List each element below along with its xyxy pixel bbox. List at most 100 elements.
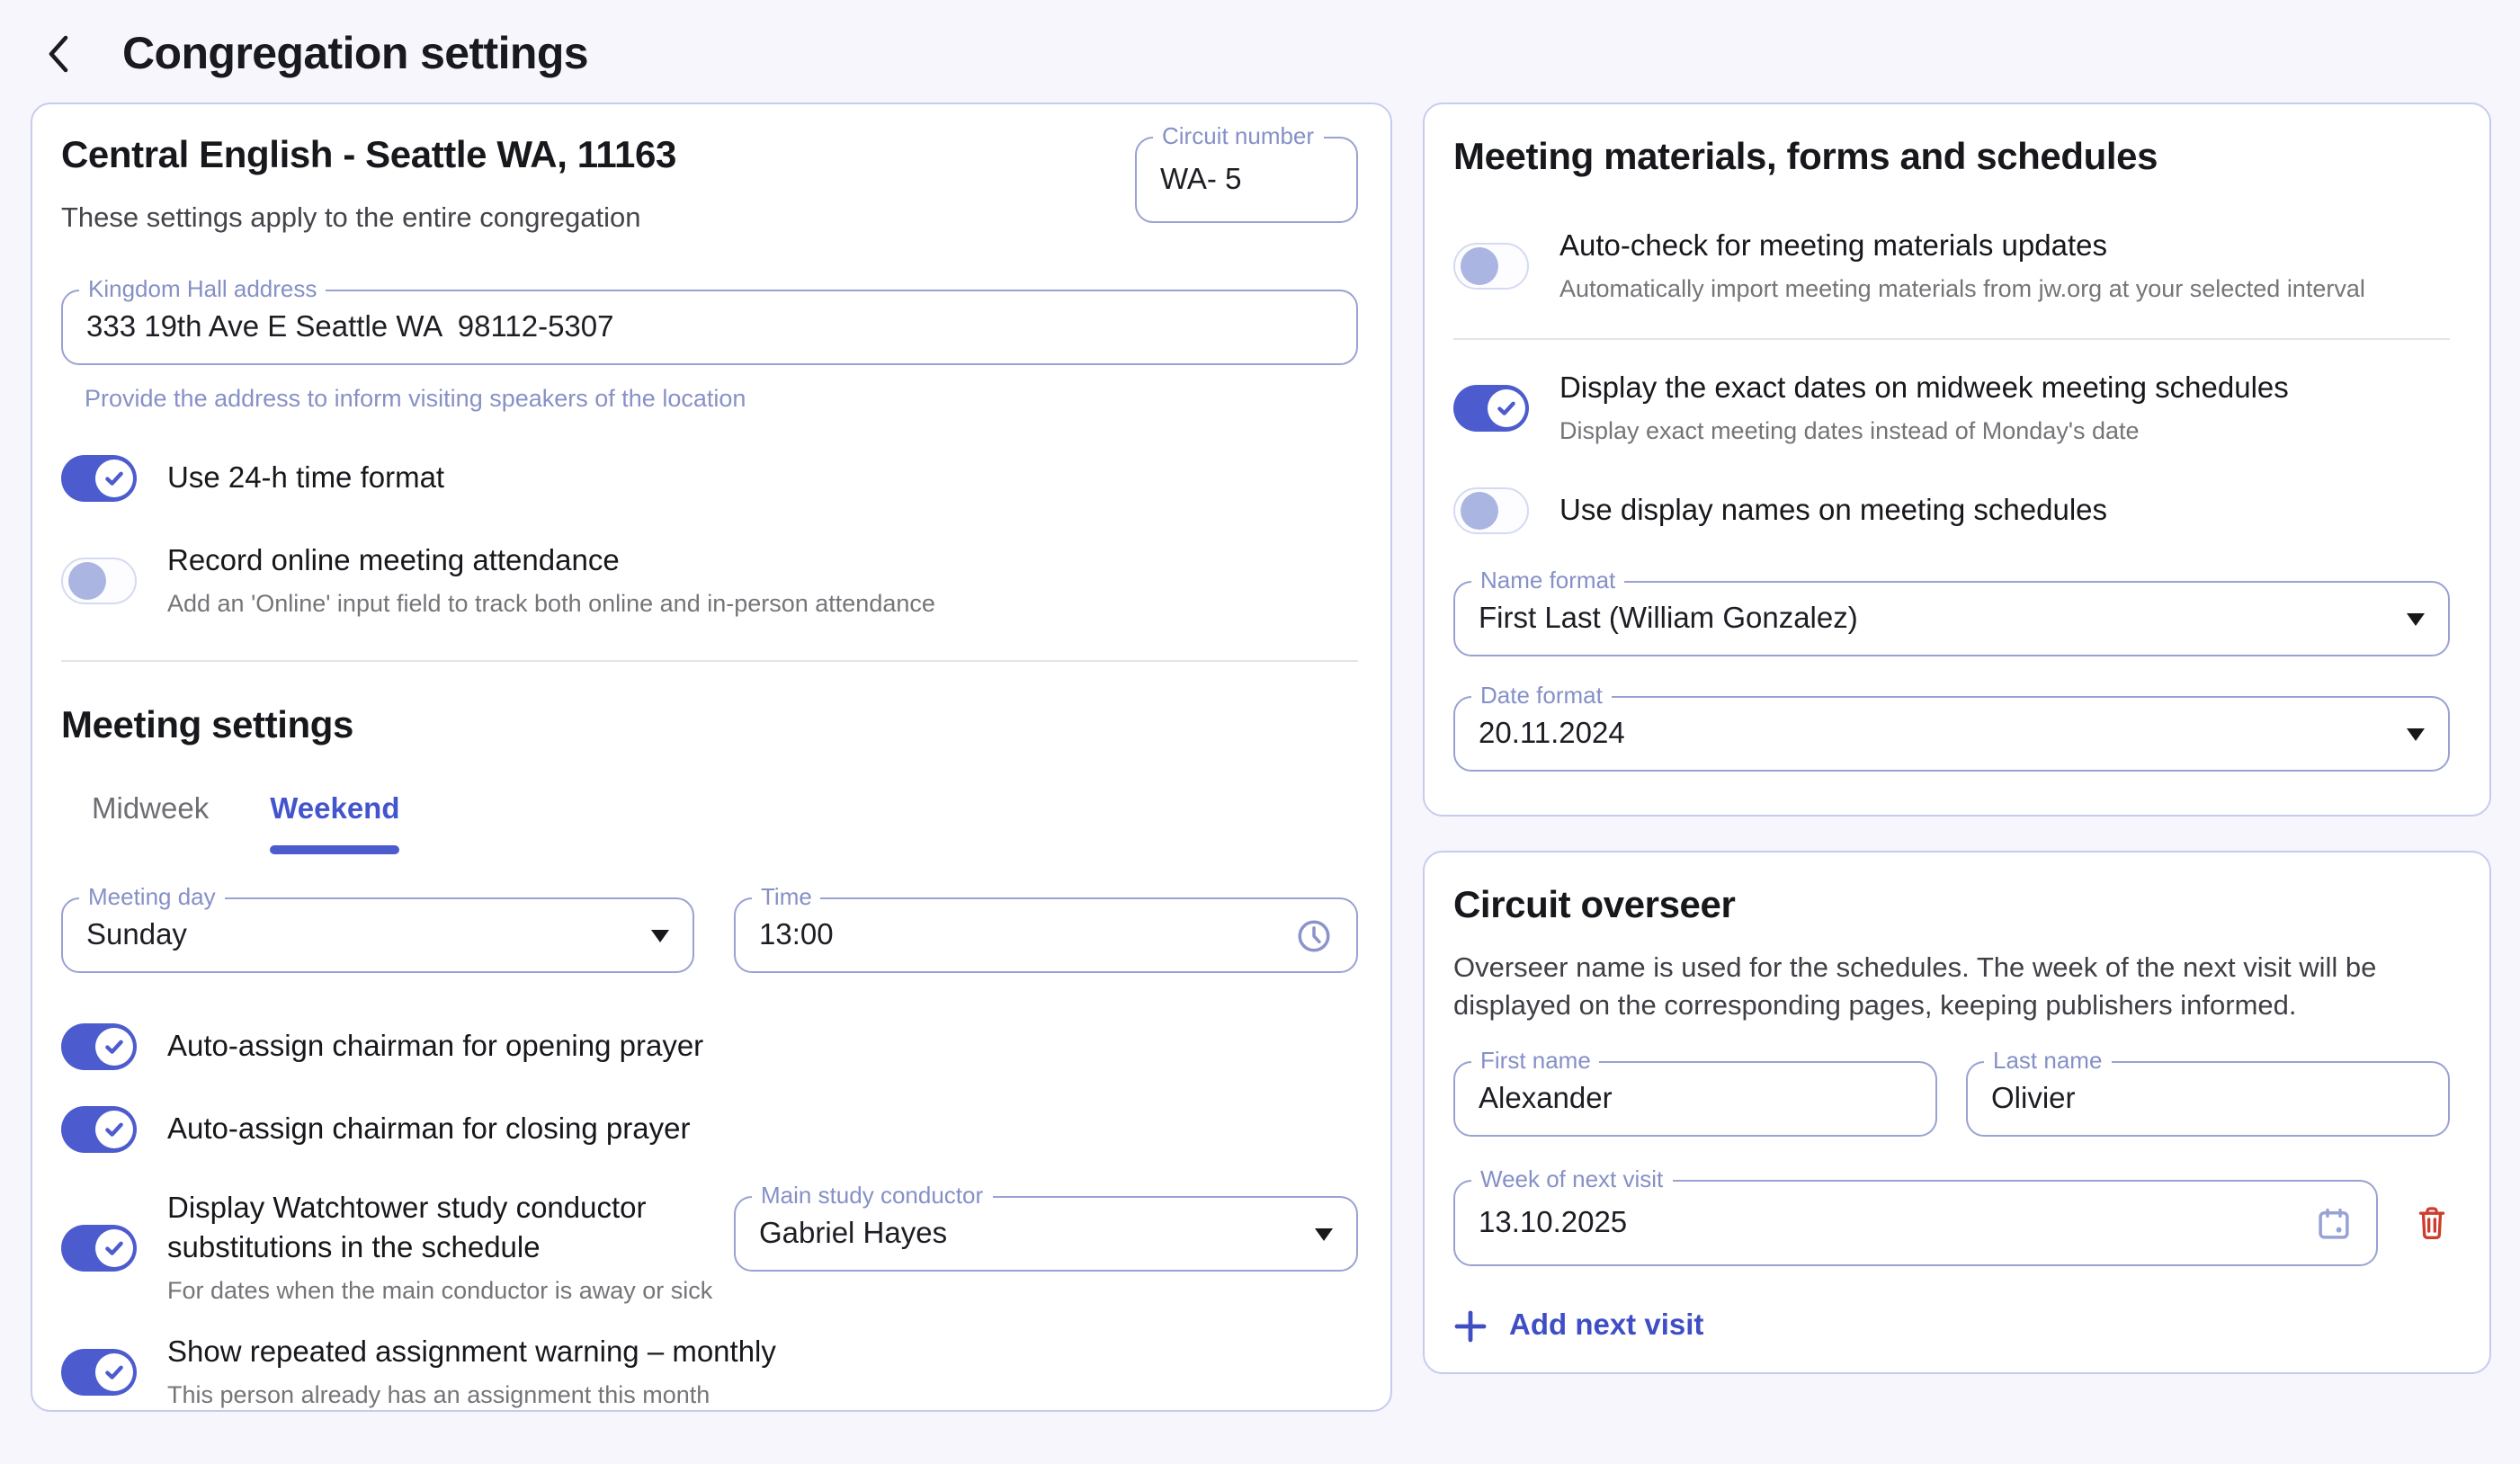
toggle-thumb xyxy=(94,1028,132,1066)
meeting-time-row: Meeting day Sunday Time 13:00 xyxy=(61,897,1358,973)
main-study-conductor-select[interactable]: Main study conductor Gabriel Hayes xyxy=(734,1196,1358,1272)
repeated-warning-toggle[interactable] xyxy=(61,1349,137,1396)
watchtower-substitutions-toggle[interactable] xyxy=(61,1225,137,1272)
auto-opening-prayer-row: Auto-assign chairman for opening prayer xyxy=(61,1023,1358,1070)
first-name-field[interactable]: First name Alexander xyxy=(1453,1061,1937,1137)
time-field[interactable]: Time 13:00 xyxy=(734,897,1358,973)
tab-label: Weekend xyxy=(270,784,399,835)
tab-weekend[interactable]: Weekend xyxy=(239,784,430,854)
check-icon xyxy=(102,467,125,490)
auto-check-row: Auto-check for meeting materials updates… xyxy=(1453,227,2450,306)
kingdom-hall-address-value: 333 19th Ave E Seattle WA 98112-5307 xyxy=(86,310,614,344)
time-value: 13:00 xyxy=(759,918,834,952)
chevron-left-icon xyxy=(38,31,81,77)
main-study-conductor-value: Gabriel Hayes xyxy=(759,1217,947,1251)
field-label: Last name xyxy=(1984,1049,2111,1074)
circuit-overseer-card: Circuit overseer Overseer name is used f… xyxy=(1423,851,2491,1374)
toggle-label: Use display names on meeting schedules xyxy=(1559,491,2107,531)
congregation-title: Central English - Seattle WA, 11163 xyxy=(61,135,676,178)
name-format-value: First Last (William Gonzalez) xyxy=(1479,602,1858,636)
auto-opening-prayer-toggle[interactable] xyxy=(61,1023,137,1070)
toggle-thumb xyxy=(94,1229,132,1267)
field-label: Circuit number xyxy=(1153,124,1323,149)
calendar-icon[interactable] xyxy=(2315,1204,2353,1242)
date-format-value: 20.11.2024 xyxy=(1479,717,1625,751)
field-label: Week of next visit xyxy=(1471,1167,1672,1192)
field-label: Time xyxy=(752,885,821,910)
clock-icon[interactable] xyxy=(1295,916,1333,954)
plus-icon xyxy=(1453,1309,1488,1343)
tab-indicator xyxy=(270,845,399,854)
toggle-thumb xyxy=(1487,389,1524,427)
check-icon xyxy=(102,1118,125,1141)
congregation-head-row: Central English - Seattle WA, 11163 Thes… xyxy=(61,135,1358,236)
field-label: First name xyxy=(1471,1049,1600,1074)
name-format-select[interactable]: Name format First Last (William Gonzalez… xyxy=(1453,581,2450,656)
back-button[interactable] xyxy=(32,27,86,81)
tab-indicator xyxy=(92,845,209,854)
circuit-number-value: WA- 5 xyxy=(1160,163,1241,197)
congregation-titles: Central English - Seattle WA, 11163 Thes… xyxy=(61,135,676,236)
toggle-thumb xyxy=(1460,247,1497,285)
dropdown-caret-icon xyxy=(2407,728,2425,740)
toggle-helper: This person already has an assignment th… xyxy=(167,1379,776,1412)
watchtower-toggle-block: Display Watchtower study conductor subst… xyxy=(61,1189,734,1308)
congregation-subtitle: These settings apply to the entire congr… xyxy=(61,203,676,236)
page-title: Congregation settings xyxy=(122,28,588,80)
kingdom-hall-address-field[interactable]: Kingdom Hall address 333 19th Ave E Seat… xyxy=(61,290,1358,365)
auto-check-toggle[interactable] xyxy=(1453,243,1529,290)
dropdown-caret-icon xyxy=(651,929,669,942)
add-next-visit-button[interactable]: Add next visit xyxy=(1453,1309,1703,1343)
tab-midweek[interactable]: Midweek xyxy=(61,784,239,854)
toggle-label: Display Watchtower study conductor subst… xyxy=(167,1189,671,1268)
meeting-materials-card: Meeting materials, forms and schedules A… xyxy=(1423,103,2491,817)
page: Congregation settings Central English - … xyxy=(0,0,2520,1464)
section-divider xyxy=(1453,338,2450,340)
display-names-toggle[interactable] xyxy=(1453,487,1529,534)
meeting-day-value: Sunday xyxy=(86,918,187,952)
toggle-helper: Automatically import meeting materials f… xyxy=(1559,273,2365,306)
trash-icon xyxy=(2414,1203,2450,1243)
last-name-field[interactable]: Last name Olivier xyxy=(1966,1061,2450,1137)
toggle-label: Auto-assign chairman for opening prayer xyxy=(167,1027,703,1067)
delete-visit-button[interactable] xyxy=(2414,1203,2450,1243)
overseer-description: Overseer name is used for the schedules.… xyxy=(1453,950,2450,1025)
field-label: Date format xyxy=(1471,683,1612,709)
watchtower-substitutions-row: Display Watchtower study conductor subst… xyxy=(61,1189,1358,1308)
address-helper-text: Provide the address to inform visiting s… xyxy=(85,383,1358,415)
meeting-settings-heading: Meeting settings xyxy=(61,705,1358,748)
record-online-toggle[interactable] xyxy=(61,558,137,604)
field-label: Meeting day xyxy=(79,885,225,910)
exact-dates-toggle[interactable] xyxy=(1453,385,1529,432)
toggle-label: Auto-check for meeting materials updates xyxy=(1559,227,2365,266)
field-label: Main study conductor xyxy=(752,1183,992,1209)
repeated-warning-row: Show repeated assignment warning – month… xyxy=(61,1333,1358,1412)
next-visit-value: 13.10.2025 xyxy=(1479,1206,1627,1240)
field-label: Name format xyxy=(1471,568,1624,594)
first-name-value: Alexander xyxy=(1479,1082,1613,1116)
tab-label: Midweek xyxy=(92,784,209,835)
materials-heading: Meeting materials, forms and schedules xyxy=(1453,137,2450,180)
toggle-text-block: Display Watchtower study conductor subst… xyxy=(167,1189,712,1308)
toggle-thumb xyxy=(67,562,105,600)
use-24h-toggle[interactable] xyxy=(61,455,137,502)
circuit-number-field[interactable]: Circuit number WA- 5 xyxy=(1135,137,1358,223)
toggle-text-block: Display the exact dates on midweek meeti… xyxy=(1559,369,2289,448)
check-icon xyxy=(102,1035,125,1058)
week-of-next-visit-field[interactable]: Week of next visit 13.10.2025 xyxy=(1453,1180,2378,1266)
check-icon xyxy=(102,1361,125,1384)
last-name-value: Olivier xyxy=(1991,1082,2076,1116)
content-columns: Central English - Seattle WA, 11163 Thes… xyxy=(0,79,2520,1412)
toggle-thumb xyxy=(1460,492,1497,530)
congregation-settings-card: Central English - Seattle WA, 11163 Thes… xyxy=(31,103,1392,1412)
toggle-label: Record online meeting attendance xyxy=(167,541,935,581)
toggle-helper: Add an 'Online' input field to track bot… xyxy=(167,588,935,620)
date-format-select[interactable]: Date format 20.11.2024 xyxy=(1453,696,2450,772)
toggle-helper: Display exact meeting dates instead of M… xyxy=(1559,415,2289,448)
auto-closing-prayer-toggle[interactable] xyxy=(61,1106,137,1153)
section-divider xyxy=(61,660,1358,662)
next-visit-row: Week of next visit 13.10.2025 xyxy=(1453,1180,2450,1266)
toggle-label: Auto-assign chairman for closing prayer xyxy=(167,1110,690,1149)
meeting-day-select[interactable]: Meeting day Sunday xyxy=(61,897,694,973)
toggle-label: Display the exact dates on midweek meeti… xyxy=(1559,369,2289,408)
